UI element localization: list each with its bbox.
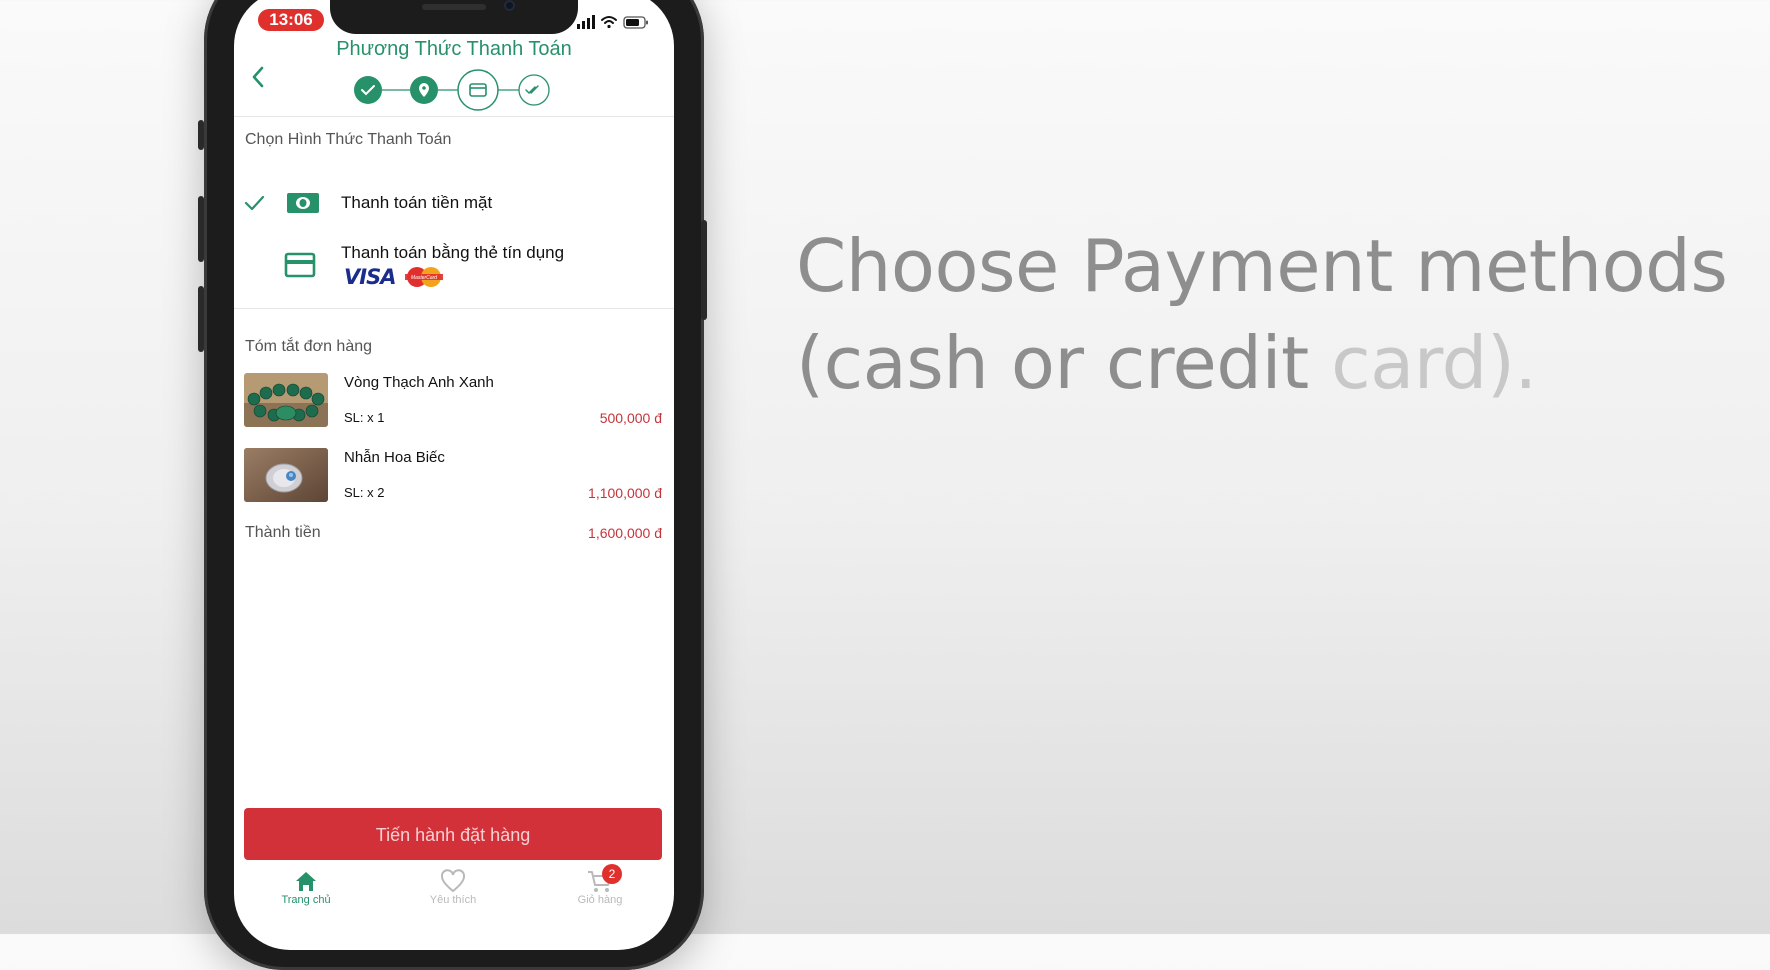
- cash-icon: [287, 193, 319, 213]
- tab-home[interactable]: Trang chủ: [251, 868, 361, 906]
- product-image-ring: [244, 448, 328, 502]
- heart-icon: [440, 869, 466, 893]
- mute-switch: [198, 120, 204, 150]
- tab-favorites[interactable]: Yêu thích: [398, 868, 508, 906]
- total-label: Thành tiền: [245, 524, 321, 541]
- item-name: Nhẫn Hoa Biếc: [344, 449, 445, 466]
- tab-favorites-label: Yêu thích: [429, 894, 477, 906]
- signal-icon: [577, 15, 595, 29]
- step-3-credit-card-icon: [457, 69, 499, 111]
- step-1-check-icon: [354, 76, 382, 104]
- item-name: Vòng Thạch Anh Xanh: [344, 374, 494, 391]
- notch: [330, 0, 578, 34]
- status-icons: [577, 15, 648, 29]
- checkout-stepper: [354, 69, 550, 111]
- item-qty: SL: x 2: [344, 485, 385, 500]
- credit-card-option-label: Thanh toán bằng thẻ tín dụng: [341, 243, 565, 262]
- page-title: Phương Thức Thanh Toán: [336, 38, 572, 60]
- cart-badge: 2: [602, 864, 622, 884]
- item-price: 1,100,000 đ: [588, 485, 662, 501]
- payment-section-label: Chọn Hình Thức Thanh Toán: [245, 131, 452, 148]
- credit-card-icon: [284, 252, 316, 278]
- wifi-icon: [601, 16, 617, 29]
- selected-check-icon: [244, 195, 265, 211]
- camera: [504, 0, 515, 11]
- power-button: [701, 220, 707, 320]
- total-value: 1,600,000 đ: [588, 525, 662, 541]
- cash-option-label: Thanh toán tiền mặt: [341, 193, 493, 212]
- payment-divider: [234, 308, 674, 309]
- step-4-double-check-icon: [518, 74, 550, 106]
- volume-down-button: [198, 286, 204, 352]
- volume-up-button: [198, 196, 204, 262]
- svg-text:MasterCard: MasterCard: [411, 275, 437, 281]
- mastercard-logo: MasterCard: [405, 267, 443, 287]
- caption-line-2-dim: card).: [1331, 321, 1537, 405]
- speaker: [422, 4, 486, 10]
- cart-icon-wrap: 2: [586, 864, 622, 894]
- home-icon: [296, 872, 316, 891]
- battery-icon: [623, 16, 648, 29]
- caption-line-2-main: (cash or credit: [796, 321, 1332, 405]
- place-order-button[interactable]: Tiến hành đặt hàng: [244, 808, 662, 860]
- item-qty: SL: x 1: [344, 410, 385, 425]
- caption-line-2: (cash or credit card).: [796, 315, 1756, 412]
- summary-section-label: Tóm tắt đơn hàng: [245, 338, 373, 355]
- caption: Choose Payment methods (cash or credit c…: [796, 218, 1756, 412]
- status-time: 13:06: [258, 9, 324, 31]
- back-chevron-icon[interactable]: [246, 62, 270, 92]
- item-price: 500,000 đ: [599, 410, 662, 426]
- product-image-bracelet: [244, 373, 328, 427]
- tab-home-label: Trang chủ: [281, 894, 331, 906]
- tab-cart[interactable]: 2 Giỏ hàng: [545, 864, 655, 906]
- visa-logo: VISA: [344, 265, 396, 289]
- caption-line-1: Choose Payment methods: [796, 224, 1728, 308]
- header-divider: [234, 116, 674, 117]
- tab-cart-label: Giỏ hàng: [577, 894, 623, 906]
- step-2-location-pin-icon: [410, 76, 438, 104]
